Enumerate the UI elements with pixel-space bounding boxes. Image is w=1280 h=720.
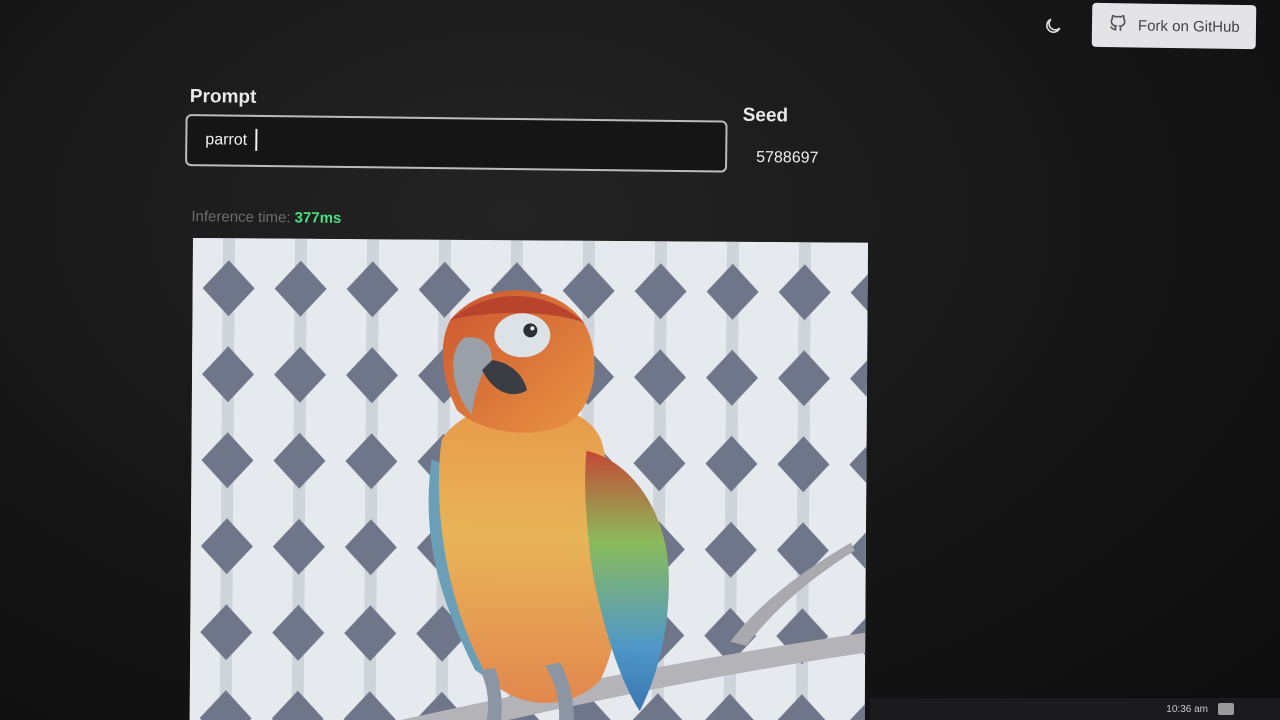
app-window: Fork on GitHub Prompt Seed 5788697 Infer…	[0, 0, 1280, 720]
taskbar-clock: 10:36 am	[1166, 703, 1208, 715]
seed-label: Seed	[742, 104, 789, 127]
github-icon	[1108, 13, 1128, 37]
parrot-illustration	[189, 238, 868, 720]
text-caret	[255, 128, 258, 151]
inference-time: Inference time: 377ms	[191, 208, 341, 227]
top-actions: Fork on GitHub	[1040, 2, 1257, 50]
generation-form: Prompt Seed 5788697 Inference time:377ms	[185, 86, 886, 227]
prompt-input[interactable]	[185, 113, 728, 173]
prompt-label: Prompt	[189, 86, 257, 108]
inference-time-value: 377ms	[294, 209, 342, 227]
seed-value[interactable]: 5788697	[756, 149, 818, 168]
inference-time-label: Inference time:	[191, 208, 291, 227]
fork-button-label: Fork on GitHub	[1138, 17, 1241, 36]
theme-toggle-icon[interactable]	[1040, 13, 1066, 39]
os-taskbar: 10:36 am	[870, 698, 1280, 720]
notification-icon[interactable]	[1218, 703, 1234, 715]
generated-image	[189, 238, 868, 720]
fork-on-github-button[interactable]: Fork on GitHub	[1091, 2, 1257, 50]
